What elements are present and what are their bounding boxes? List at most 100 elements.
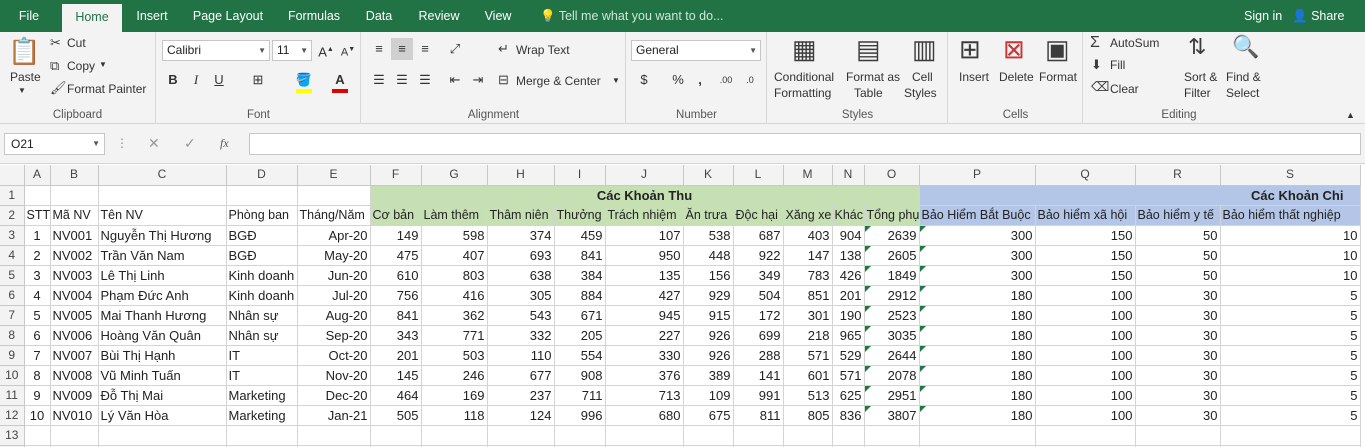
select-all-corner[interactable] [0,165,25,186]
table-cell[interactable]: Nhân sự [226,325,298,346]
table-cell[interactable]: 30 [1135,325,1221,346]
column-title[interactable]: Tháng/Năm [297,205,371,226]
cell[interactable] [50,185,99,206]
table-cell[interactable]: Marketing [226,405,298,426]
table-cell[interactable]: 389 [683,365,734,386]
column-header-q[interactable]: Q [1035,165,1136,186]
decrease-font-icon[interactable]: A▼ [337,39,359,61]
tab-formulas[interactable]: Formulas [278,0,350,32]
table-cell[interactable]: BGĐ [226,225,298,246]
cell[interactable] [297,185,371,206]
table-cell[interactable]: 965 [832,325,865,346]
table-cell[interactable]: 10 [1220,225,1361,246]
table-cell[interactable]: 138 [832,245,865,266]
formula-input[interactable] [249,133,1361,155]
table-cell[interactable]: Lê Thị Linh [98,265,227,286]
table-cell[interactable]: 100 [1035,365,1136,386]
column-title[interactable]: STT [24,205,51,226]
table-cell[interactable]: BGĐ [226,245,298,266]
font-size-select[interactable]: 11 ▼ [272,40,312,61]
table-cell[interactable]: 538 [683,225,734,246]
table-cell[interactable]: 201 [832,285,865,306]
table-cell[interactable]: 851 [783,285,833,306]
table-cell[interactable]: 638 [487,265,555,286]
table-cell[interactable]: 100 [1035,405,1136,426]
italic-button[interactable]: I [185,69,207,91]
table-cell[interactable]: 100 [1035,385,1136,406]
format-painter-button[interactable]: Format Painter [67,82,146,96]
table-cell[interactable]: 1849 [864,265,920,286]
table-cell[interactable]: 699 [733,325,784,346]
tab-view[interactable]: View [473,0,523,32]
row-header-7[interactable]: 7 [0,305,25,326]
underline-button[interactable]: U [208,69,230,91]
table-cell[interactable]: 180 [919,385,1036,406]
orientation-icon[interactable]: ⤢ [444,38,466,60]
group-header-deductions[interactable]: Các Khoản Chi [919,185,1361,206]
sign-in-link[interactable]: Sign in [1244,0,1282,32]
table-cell[interactable]: 5 [1220,305,1361,326]
copy-icon[interactable]: ⧉ [50,58,59,74]
table-cell[interactable]: 529 [832,345,865,366]
cut-button[interactable]: Cut [67,36,86,50]
row-header-1[interactable]: 1 [0,185,25,206]
table-cell[interactable]: Bùi Thị Hạnh [98,345,227,366]
table-cell[interactable]: NV007 [50,345,99,366]
cell[interactable] [297,425,371,446]
table-cell[interactable]: NV003 [50,265,99,286]
cell[interactable] [98,425,227,446]
table-cell[interactable]: Lý Văn Hòa [98,405,227,426]
table-cell[interactable]: 926 [683,345,734,366]
table-cell[interactable]: 100 [1035,285,1136,306]
table-cell[interactable]: 783 [783,265,833,286]
table-cell[interactable]: 675 [683,405,734,426]
tell-me-search[interactable]: 💡 Tell me what you want to do... [540,0,724,32]
table-cell[interactable]: 149 [370,225,422,246]
copy-button[interactable]: Copy [67,59,95,73]
align-top-icon[interactable]: ≡ [368,38,390,60]
table-cell[interactable]: NV004 [50,285,99,306]
row-header-11[interactable]: 11 [0,385,25,406]
column-title[interactable]: Bảo hiểm xã hội [1035,205,1136,226]
table-cell[interactable]: 190 [832,305,865,326]
number-format-select[interactable]: General ▼ [631,40,761,61]
magnifier-icon[interactable]: 🔍 [1232,34,1259,60]
column-header-h[interactable]: H [487,165,555,186]
format-as-table-button[interactable]: Format as [846,70,900,84]
table-cell[interactable]: 147 [783,245,833,266]
table-cell[interactable]: 2078 [864,365,920,386]
table-cell[interactable]: Đỗ Thị Mai [98,385,227,406]
delete-button[interactable]: Delete [999,70,1034,84]
column-header-f[interactable]: F [370,165,422,186]
sort-filter-button[interactable]: Sort & [1184,70,1217,84]
cell[interactable] [554,425,606,446]
table-cell[interactable]: 205 [554,325,606,346]
tab-data[interactable]: Data [354,0,404,32]
table-cell[interactable]: 300 [919,265,1036,286]
table-cell[interactable]: Oct-20 [297,345,371,366]
table-cell[interactable]: 416 [421,285,488,306]
delete-cells-icon[interactable]: ⊠ [1003,34,1025,65]
row-header-3[interactable]: 3 [0,225,25,246]
fill-color-icon[interactable]: 🪣 [293,69,315,91]
table-cell[interactable]: Aug-20 [297,305,371,326]
table-cell[interactable]: 687 [733,225,784,246]
table-cell[interactable]: 349 [733,265,784,286]
font-color-icon[interactable]: A [329,69,351,91]
table-cell[interactable]: NV001 [50,225,99,246]
table-cell[interactable]: 448 [683,245,734,266]
table-cell[interactable]: 904 [832,225,865,246]
table-cell[interactable]: 237 [487,385,555,406]
increase-indent-icon[interactable]: ⇥ [467,69,489,91]
table-cell[interactable]: Nhân sự [226,305,298,326]
table-cell[interactable]: 6 [24,325,51,346]
table-cell[interactable]: 5 [1220,285,1361,306]
table-cell[interactable]: 141 [733,365,784,386]
insert-cells-icon[interactable]: ⊞ [959,34,981,65]
table-cell[interactable]: 805 [783,405,833,426]
column-header-a[interactable]: A [24,165,51,186]
fill-down-icon[interactable]: ⬇ [1091,57,1102,73]
table-cell[interactable]: 996 [554,405,606,426]
table-cell[interactable]: 811 [733,405,784,426]
table-cell[interactable]: 991 [733,385,784,406]
